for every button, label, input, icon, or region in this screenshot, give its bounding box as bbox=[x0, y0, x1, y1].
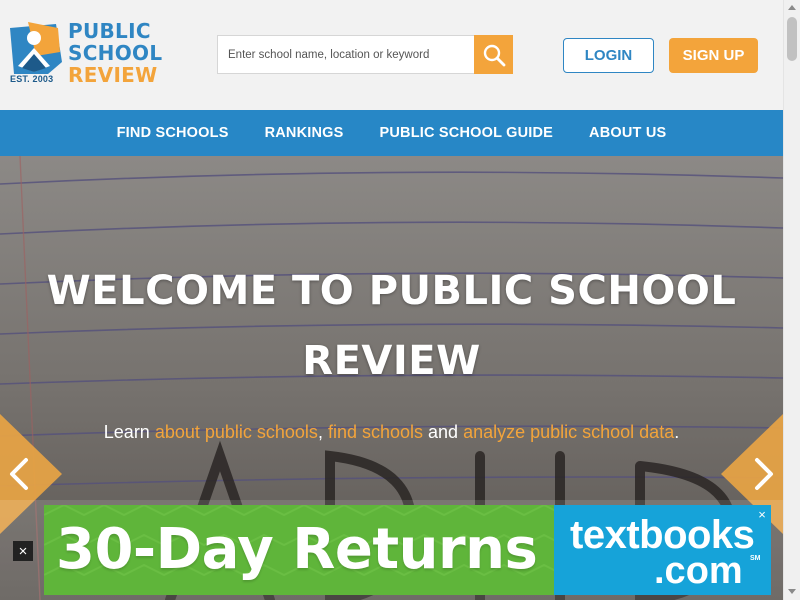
nav-item-about-us[interactable]: ABOUT US bbox=[589, 125, 666, 141]
logo-wordmark: PUBLIC SCHOOL REVIEW bbox=[68, 20, 162, 86]
search-bar bbox=[217, 35, 513, 74]
link-analyze-data[interactable]: analyze public school data bbox=[463, 422, 674, 442]
ad-headline: 30-Day Returns bbox=[56, 517, 538, 582]
page: PUBLIC SCHOOL REVIEW EST. 2003 LOGIN SIG… bbox=[0, 0, 783, 600]
ad-brand-servicemark: SM bbox=[750, 555, 761, 562]
main-nav: FIND SCHOOLS RANKINGS PUBLIC SCHOOL GUID… bbox=[0, 110, 783, 156]
ad-close-icon[interactable]: × bbox=[754, 506, 770, 522]
logo-line-review: REVIEW bbox=[68, 63, 158, 87]
hero-title: WELCOME TO PUBLIC SCHOOL REVIEW bbox=[40, 256, 743, 396]
page-scrollbar[interactable] bbox=[783, 0, 800, 600]
ad-brand-panel: textbooks .com SM bbox=[554, 505, 771, 595]
scroll-down-arrow-icon[interactable] bbox=[788, 589, 796, 594]
search-input[interactable] bbox=[218, 36, 476, 73]
nav-item-find-schools[interactable]: FIND SCHOOLS bbox=[117, 125, 229, 141]
ad-container: 30-Day Returns textbooks .com SM bbox=[0, 500, 783, 600]
nav-item-rankings[interactable]: RANKINGS bbox=[265, 125, 344, 141]
search-icon bbox=[483, 44, 505, 66]
scroll-thumb[interactable] bbox=[787, 17, 797, 61]
scroll-up-arrow-icon[interactable] bbox=[788, 5, 796, 10]
logo-established: EST. 2003 bbox=[10, 74, 54, 84]
hero-sub-lead: Learn bbox=[103, 422, 155, 442]
ad-brand-domain: .com bbox=[654, 550, 743, 592]
hero-sub-sep2: and bbox=[423, 422, 464, 442]
login-button[interactable]: LOGIN bbox=[563, 38, 654, 73]
ad-banner[interactable]: 30-Day Returns textbooks .com SM bbox=[44, 505, 771, 595]
search-button[interactable] bbox=[474, 35, 513, 74]
logo-line-school: SCHOOL bbox=[68, 41, 163, 65]
hero-title-line1: WELCOME TO PUBLIC SCHOOL bbox=[46, 268, 737, 314]
link-find-schools[interactable]: find schools bbox=[328, 422, 423, 442]
hero-sub-end: . bbox=[674, 422, 680, 442]
ad-dismiss-button[interactable]: × bbox=[13, 541, 33, 561]
hero-sub-sep1: , bbox=[317, 422, 328, 442]
hero-subtitle: Learn about public schools, find schools… bbox=[40, 422, 743, 443]
site-logo[interactable]: PUBLIC SCHOOL REVIEW EST. 2003 bbox=[8, 20, 173, 90]
site-header: PUBLIC SCHOOL REVIEW EST. 2003 LOGIN SIG… bbox=[0, 0, 783, 110]
hero-title-line2: REVIEW bbox=[302, 338, 481, 384]
nav-item-public-school-guide[interactable]: PUBLIC SCHOOL GUIDE bbox=[380, 125, 554, 141]
signup-button[interactable]: SIGN UP bbox=[669, 38, 758, 73]
link-about-public-schools[interactable]: about public schools bbox=[155, 422, 318, 442]
logo-line-public: PUBLIC bbox=[68, 19, 151, 43]
